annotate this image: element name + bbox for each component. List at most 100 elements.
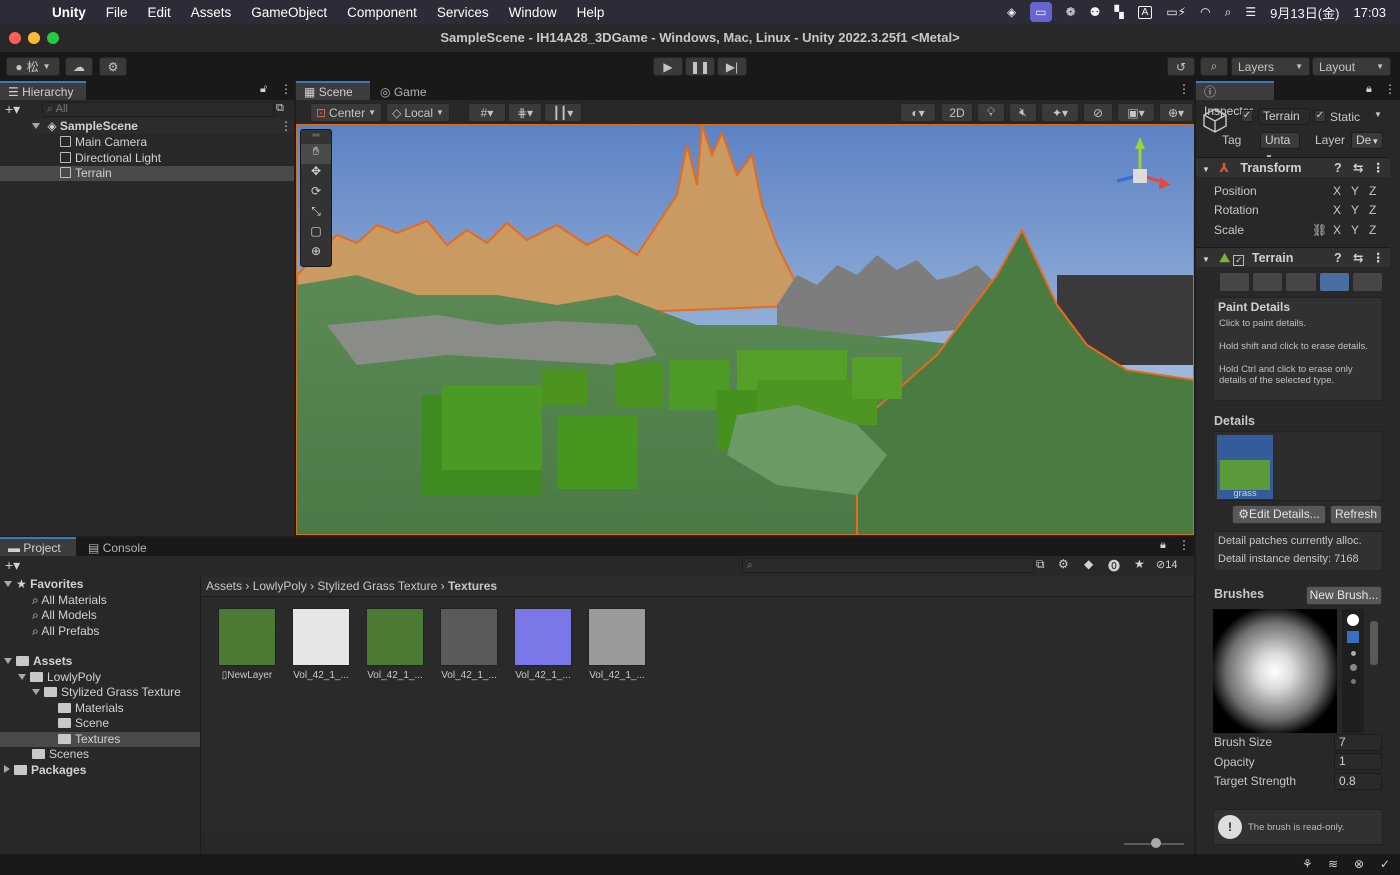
- layout-tray-icon[interactable]: ▚: [1114, 5, 1123, 19]
- menu-component[interactable]: Component: [347, 5, 417, 20]
- create-neighbor-tool[interactable]: [1220, 273, 1250, 291]
- link-scale-icon[interactable]: ⛓︎: [1312, 223, 1327, 237]
- pause-button[interactable]: ❚❚: [685, 57, 715, 76]
- kebab-menu-icon[interactable]: ⋮: [1384, 82, 1396, 96]
- lock-icon[interactable]: 🔒︎: [1160, 539, 1166, 552]
- target-strength-field[interactable]: 0.8: [1334, 773, 1382, 790]
- packages-folder-row[interactable]: Packages: [4, 763, 86, 778]
- new-brush-button[interactable]: New Brush...: [1306, 586, 1382, 605]
- brush-size-field[interactable]: 7: [1334, 734, 1382, 751]
- menu-app-name[interactable]: Unity: [52, 5, 86, 20]
- hidden-objects-toggle[interactable]: ⊘: [1083, 103, 1113, 122]
- control-center-icon[interactable]: ☰: [1245, 5, 1256, 19]
- pivot-center-dropdown[interactable]: ⊡ Center ▼: [310, 103, 382, 122]
- cache-icon[interactable]: ⊗: [1354, 857, 1364, 871]
- detail-item-grass[interactable]: grass: [1217, 435, 1273, 499]
- brush-item[interactable]: [1350, 679, 1356, 684]
- toggle-2d-button[interactable]: 2D: [941, 103, 973, 122]
- filter-by-label-icon[interactable]: ⚙: [1058, 557, 1069, 571]
- layer-dropdown[interactable]: De▼: [1351, 132, 1383, 149]
- draw-mode-dropdown[interactable]: ◐▾: [900, 103, 936, 122]
- brush-item-selected[interactable]: [1347, 631, 1359, 643]
- scene-kebab-icon[interactable]: ⋮: [1178, 82, 1190, 96]
- scale-tool-button[interactable]: ⤡: [301, 204, 331, 224]
- grid-snap-button[interactable]: #▾: [468, 103, 506, 122]
- active-checkbox[interactable]: ✓: [1241, 110, 1253, 122]
- search-button[interactable]: ⌕: [1200, 57, 1228, 76]
- expand-arrow-icon[interactable]: [32, 123, 40, 129]
- spotlight-search-icon[interactable]: ⌕: [1225, 5, 1232, 20]
- brush-item[interactable]: [1349, 664, 1357, 671]
- move-tool-button[interactable]: ✥: [301, 164, 331, 184]
- step-button[interactable]: ▶|: [717, 57, 747, 76]
- layout-dropdown[interactable]: Layout ▼: [1312, 57, 1391, 76]
- scene-viewport[interactable]: ═ ✋︎ ✥ ⟳ ⤡ ▢ ⊕: [296, 124, 1194, 535]
- breadcrumb-textures[interactable]: Textures: [448, 579, 497, 593]
- object-name-field[interactable]: Terrain: [1258, 108, 1310, 125]
- folder-scene[interactable]: Scene: [58, 716, 109, 731]
- preset-icon[interactable]: ⇆: [1353, 158, 1363, 178]
- hierarchy-scene-row[interactable]: ◈ SampleScene: [32, 119, 294, 134]
- transform-tool-button[interactable]: ⊕: [301, 244, 331, 264]
- increment-snap-button[interactable]: ⋕▾: [508, 103, 542, 122]
- breadcrumb-lowlypoly[interactable]: LowlyPoly: [253, 579, 307, 593]
- kebab-menu-icon[interactable]: ⋮: [280, 82, 292, 96]
- transform-header[interactable]: ▼ ⅄ Transform ? ⇆ ⋮: [1196, 157, 1390, 177]
- menu-assets[interactable]: Assets: [191, 5, 232, 20]
- folder-stylized-grass[interactable]: Stylized Grass Texture: [32, 685, 181, 700]
- assets-folder-row[interactable]: Assets: [4, 654, 72, 669]
- hierarchy-item-directional-light[interactable]: Directional Light: [60, 151, 161, 166]
- menu-gameobject[interactable]: GameObject: [251, 5, 327, 20]
- breadcrumb-assets[interactable]: Assets: [206, 579, 242, 593]
- minimize-window-button[interactable]: [28, 32, 40, 44]
- folder-lowlypoly[interactable]: LowlyPoly: [18, 670, 101, 685]
- opacity-field[interactable]: 1: [1334, 753, 1382, 770]
- paint-details-tool[interactable]: [1319, 273, 1349, 291]
- menu-window[interactable]: Window: [509, 5, 557, 20]
- check-icon[interactable]: ✓: [1380, 857, 1390, 871]
- paint-terrain-tool[interactable]: [1253, 273, 1283, 291]
- menu-edit[interactable]: Edit: [148, 5, 171, 20]
- tab-game[interactable]: ◎ Game: [372, 81, 442, 100]
- unity-tray-icon[interactable]: ◈: [1007, 5, 1016, 19]
- folder-textures[interactable]: Textures: [0, 732, 200, 747]
- tag-dropdown[interactable]: Unta ▼: [1260, 132, 1300, 162]
- tab-inspector[interactable]: ⓘ Inspector: [1196, 81, 1274, 118]
- menubar-date[interactable]: 9月13日(金): [1270, 3, 1339, 22]
- static-dropdown-icon[interactable]: ▼: [1374, 110, 1382, 119]
- hierarchy-item-terrain[interactable]: Terrain: [0, 166, 294, 181]
- input-source-icon[interactable]: A: [1137, 5, 1153, 19]
- search-by-type-icon[interactable]: ⧉: [1036, 557, 1045, 572]
- orientation-gizmo[interactable]: [1105, 135, 1175, 215]
- wifi-icon[interactable]: ◠: [1200, 5, 1210, 19]
- hand-tool-button[interactable]: ✋︎: [301, 144, 331, 164]
- layers-status-icon[interactable]: ≋: [1328, 857, 1338, 871]
- create-asset-button[interactable]: +▾: [5, 557, 20, 574]
- project-search-input[interactable]: ⌕: [742, 558, 1034, 573]
- terrain-settings-tool[interactable]: [1352, 273, 1383, 291]
- lock-icon[interactable]: 🔓︎: [260, 83, 267, 96]
- close-window-button[interactable]: [9, 32, 21, 44]
- preset-icon[interactable]: ⇆: [1353, 248, 1363, 268]
- log-icon[interactable]: ⓿: [1108, 557, 1120, 574]
- battery-icon[interactable]: ▭⚡: [1166, 5, 1186, 19]
- menu-help[interactable]: Help: [577, 5, 605, 20]
- help-icon[interactable]: ?: [1334, 248, 1342, 268]
- tab-scene[interactable]: ▦ Scene: [296, 81, 370, 100]
- create-plus-button[interactable]: +▾: [5, 101, 20, 118]
- menu-services[interactable]: Services: [437, 5, 489, 20]
- scene-visibility-icon[interactable]: ⧉: [276, 102, 284, 115]
- static-checkbox[interactable]: ✓: [1314, 110, 1326, 122]
- collab-button[interactable]: ⚙: [99, 57, 127, 76]
- terrain-enabled-checkbox[interactable]: ✓: [1233, 255, 1245, 266]
- favorite-all-models[interactable]: ⌕ All Models: [32, 608, 97, 623]
- refresh-button[interactable]: Refresh: [1330, 505, 1382, 524]
- dragon-tray-icon[interactable]: ❁: [1066, 5, 1076, 19]
- edit-details-button[interactable]: ⚙Edit Details...: [1232, 505, 1326, 524]
- folder-scenes[interactable]: Scenes: [32, 747, 89, 762]
- undo-history-button[interactable]: ↺: [1167, 57, 1195, 76]
- scene-kebab-icon[interactable]: ⋮: [280, 119, 292, 133]
- tab-project[interactable]: ▬ Project: [0, 537, 76, 556]
- drag-handle[interactable]: ═: [301, 130, 331, 144]
- rotate-tool-button[interactable]: ⟳: [301, 184, 331, 204]
